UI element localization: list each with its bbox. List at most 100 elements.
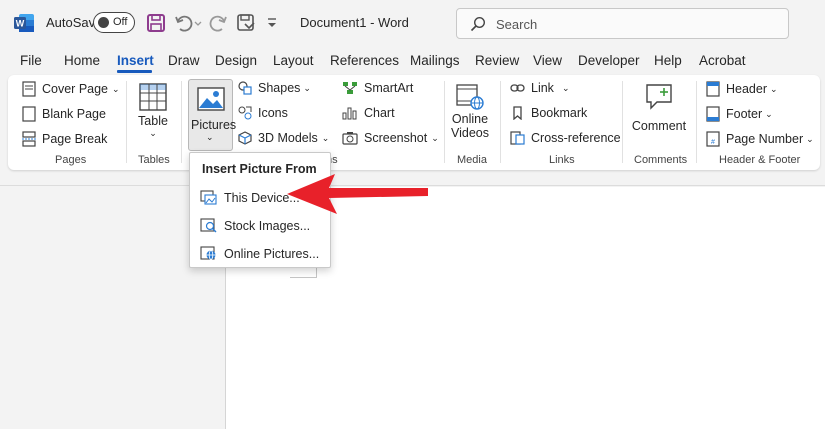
smartart-icon: [342, 81, 358, 95]
device-picture-icon: [200, 190, 217, 205]
chevron-down-icon: ⌄: [806, 134, 814, 145]
tab-layout[interactable]: Layout: [273, 53, 314, 68]
link-button[interactable]: Link ⌄: [510, 81, 569, 95]
shapes-button[interactable]: Shapes ⌄: [238, 81, 311, 95]
ribbon-separator: [696, 81, 697, 163]
table-button[interactable]: Table ⌄: [136, 83, 170, 139]
menu-tabs: File Home Insert Draw Design Layout Refe…: [0, 50, 825, 72]
tab-view[interactable]: View: [533, 53, 562, 68]
header-label: Header: [726, 82, 767, 96]
chevron-down-icon: ⌄: [562, 83, 570, 94]
stock-images-icon: [200, 218, 217, 233]
camera-icon: [342, 131, 358, 145]
blank-page-icon: [22, 106, 36, 122]
cross-reference-button[interactable]: Cross-reference: [510, 131, 621, 145]
icons-label: Icons: [258, 106, 288, 120]
chart-button[interactable]: Chart: [342, 106, 395, 120]
tab-home[interactable]: Home: [64, 53, 100, 68]
screenshot-button[interactable]: Screenshot ⌄: [342, 131, 439, 145]
autosave-toggle[interactable]: Off: [93, 12, 135, 33]
red-arrow-annotation: [285, 170, 430, 218]
blank-page-button[interactable]: Blank Page: [22, 106, 106, 122]
cover-page-icon: [22, 81, 36, 97]
group-label-pages: Pages: [55, 154, 86, 166]
icons-button[interactable]: Icons: [238, 106, 288, 120]
cross-reference-icon: [510, 131, 525, 145]
tab-design[interactable]: Design: [215, 53, 257, 68]
quick-access-dropdown-icon[interactable]: [266, 13, 278, 33]
page-break-label: Page Break: [42, 132, 107, 146]
chevron-down-icon: ⌄: [431, 133, 439, 144]
footer-icon: [706, 106, 720, 122]
3d-models-button[interactable]: 3D Models ⌄: [238, 131, 329, 145]
header-button[interactable]: Header ⌄: [706, 81, 778, 97]
tab-file[interactable]: File: [20, 53, 42, 68]
document-title: Document1 - Word: [300, 15, 409, 30]
search-icon: [470, 16, 486, 32]
header-icon: [706, 81, 720, 97]
pictures-button[interactable]: Pictures ⌄: [188, 79, 233, 151]
menu-item-stock-images[interactable]: Stock Images...: [200, 218, 310, 233]
tab-draw[interactable]: Draw: [168, 53, 200, 68]
online-videos-label-line1: Online: [452, 112, 488, 126]
link-icon: [510, 81, 525, 95]
page-number-button[interactable]: # Page Number ⌄: [706, 131, 814, 147]
chevron-down-icon: ⌄: [322, 133, 330, 144]
redo-icon[interactable]: [208, 13, 228, 33]
ribbon-separator: [622, 81, 623, 163]
tab-mailings[interactable]: Mailings: [410, 53, 460, 68]
tab-help[interactable]: Help: [654, 53, 682, 68]
ribbon-separator: [500, 81, 501, 163]
ribbon-separator: [126, 81, 127, 163]
ribbon-separator: [181, 81, 182, 163]
smartart-button[interactable]: SmartArt: [342, 81, 413, 95]
svg-text:W: W: [16, 19, 25, 29]
page-number-icon: #: [706, 131, 720, 147]
tab-developer[interactable]: Developer: [578, 53, 640, 68]
comment-label: Comment: [632, 119, 686, 133]
chevron-down-icon: ⌄: [770, 84, 778, 95]
svg-text:#: #: [711, 139, 715, 146]
chevron-down-icon: ⌄: [206, 132, 214, 143]
link-label: Link: [531, 81, 554, 95]
group-label-media: Media: [457, 154, 487, 166]
online-videos-label-line2: Videos: [451, 126, 489, 140]
page-break-button[interactable]: Page Break: [22, 131, 107, 147]
pictures-label: Pictures: [191, 118, 236, 132]
ribbon-separator: [444, 81, 445, 163]
undo-icon[interactable]: [174, 13, 194, 33]
bookmark-icon: [510, 106, 525, 120]
bookmark-button[interactable]: Bookmark: [510, 106, 587, 120]
word-logo-icon: W: [14, 14, 34, 32]
online-videos-icon: [455, 83, 485, 111]
undo-dropdown-icon[interactable]: [193, 13, 203, 33]
tab-insert[interactable]: Insert: [117, 53, 154, 68]
customize-save-icon[interactable]: [236, 13, 256, 33]
active-tab-indicator: [117, 70, 152, 73]
group-label-tables: Tables: [138, 154, 170, 166]
search-box[interactable]: Search: [456, 8, 789, 39]
cube-icon: [238, 131, 252, 145]
save-icon[interactable]: [146, 13, 166, 33]
shapes-icon: [238, 81, 252, 95]
chevron-down-icon: ⌄: [303, 83, 311, 94]
chevron-down-icon: ⌄: [765, 109, 773, 120]
group-label-links: Links: [549, 154, 575, 166]
tab-review[interactable]: Review: [475, 53, 519, 68]
footer-label: Footer: [726, 107, 762, 121]
smartart-label: SmartArt: [364, 81, 413, 95]
search-placeholder: Search: [496, 17, 537, 32]
comment-icon: [645, 83, 673, 111]
chart-label: Chart: [364, 106, 395, 120]
cover-page-button[interactable]: Cover Page ⌄: [22, 81, 120, 97]
tab-acrobat[interactable]: Acrobat: [699, 53, 746, 68]
comment-button[interactable]: Comment: [631, 83, 687, 133]
footer-button[interactable]: Footer ⌄: [706, 106, 773, 122]
cross-reference-label: Cross-reference: [531, 131, 621, 145]
stock-images-label: Stock Images...: [224, 219, 310, 233]
online-videos-button[interactable]: Online Videos: [450, 83, 490, 140]
group-label-comments: Comments: [634, 154, 687, 166]
tab-references[interactable]: References: [330, 53, 399, 68]
chevron-down-icon: ⌄: [149, 128, 157, 139]
menu-item-online-pictures[interactable]: Online Pictures...: [200, 246, 319, 261]
